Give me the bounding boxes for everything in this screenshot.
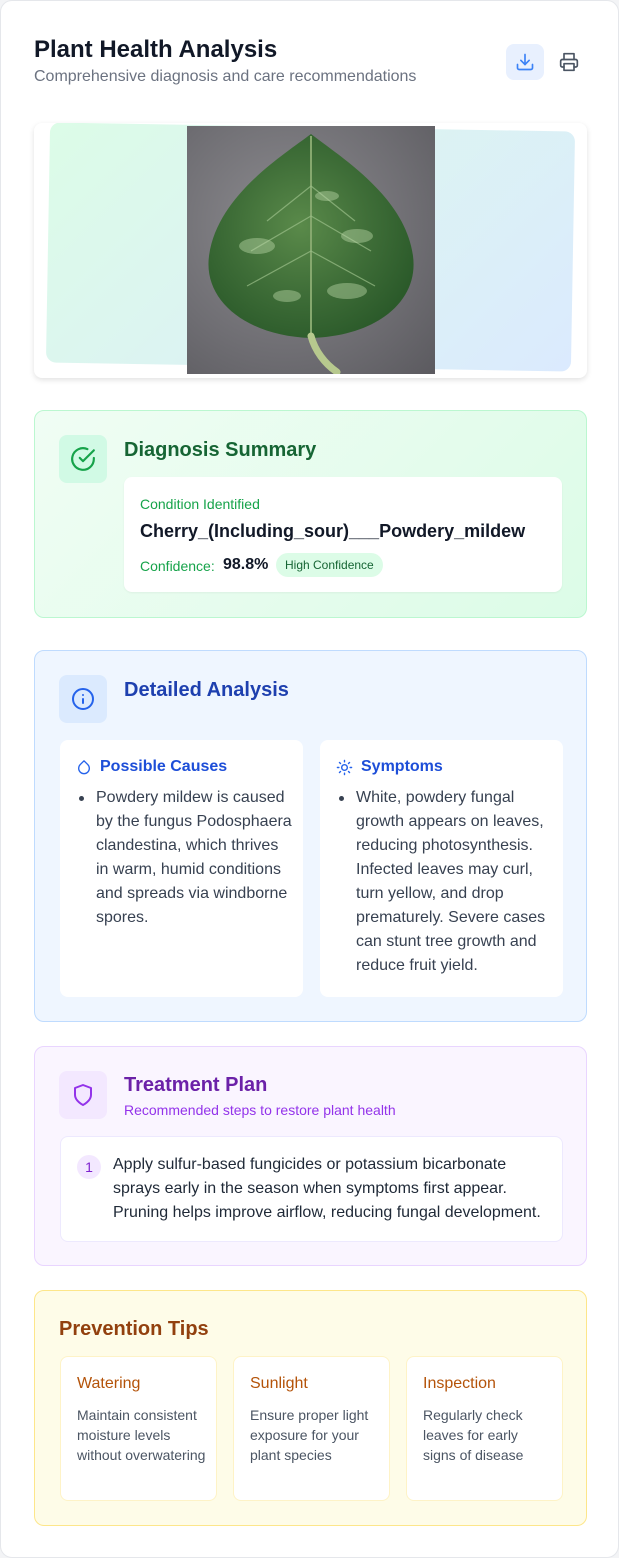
- tip-text: Ensure proper light exposure for your pl…: [250, 1407, 369, 1463]
- analysis-card: Plant Health Analysis Comprehensive diag…: [0, 0, 619, 1558]
- leaf-photo: [187, 126, 435, 376]
- tip-text: Regularly check leaves for early signs o…: [423, 1407, 524, 1463]
- symptoms-card: Symptoms White, powdery fungal growth ap…: [320, 740, 563, 997]
- tip-inspection: Inspection Regularly check leaves for ea…: [406, 1356, 563, 1501]
- tip-title: Inspection: [423, 1375, 496, 1392]
- plant-image-frame: [34, 123, 587, 378]
- prevention-tips-card: Prevention Tips Watering Maintain consis…: [34, 1290, 587, 1526]
- treatment-plan-card: Treatment Plan Recommended steps to rest…: [34, 1046, 587, 1266]
- tip-title: Watering: [77, 1375, 141, 1392]
- tip-watering: Watering Maintain consistent moisture le…: [60, 1356, 217, 1501]
- confidence-value: 98.8%: [223, 556, 269, 573]
- check-circle-icon: [71, 447, 95, 471]
- analysis-icon-tile: [59, 675, 107, 723]
- condition-label: Condition Identified: [140, 496, 260, 512]
- confidence-label: Confidence:: [140, 558, 215, 574]
- shield-icon: [74, 1084, 92, 1106]
- tip-text: Maintain consistent moisture levels with…: [77, 1407, 206, 1463]
- leaf-image: [208, 134, 414, 376]
- symptoms-title: Symptoms: [361, 758, 443, 775]
- page-subtitle: Comprehensive diagnosis and care recomme…: [34, 68, 417, 85]
- confidence-badge: High Confidence: [276, 553, 383, 577]
- step-text: Apply sulfur-based fungicides or potassi…: [113, 1156, 541, 1221]
- info-icon: [72, 688, 94, 710]
- condition-name: Cherry_(Including_sour)___Powdery_mildew: [140, 521, 526, 541]
- possible-causes-header: Possible Causes: [76, 758, 227, 776]
- treatment-step: 1 Apply sulfur-based fungicides or potas…: [60, 1136, 563, 1242]
- print-button[interactable]: [550, 44, 588, 80]
- download-button[interactable]: [506, 44, 544, 80]
- treatment-title: Treatment Plan: [124, 1074, 268, 1096]
- page-title: Plant Health Analysis: [34, 36, 278, 63]
- tip-title: Sunlight: [250, 1375, 308, 1392]
- step-number: 1: [77, 1155, 101, 1179]
- download-icon: [516, 53, 534, 71]
- diagnosis-icon-tile: [59, 435, 107, 483]
- diagnosis-summary-card: Diagnosis Summary Condition Identified C…: [34, 410, 587, 618]
- treatment-subtitle: Recommended steps to restore plant healt…: [124, 1102, 396, 1118]
- possible-causes-title: Possible Causes: [100, 758, 228, 775]
- possible-causes-card: Possible Causes Powdery mildew is caused…: [60, 740, 303, 997]
- prevention-title: Prevention Tips: [59, 1318, 209, 1340]
- sun-icon: [336, 759, 353, 775]
- treatment-icon-tile: [59, 1071, 107, 1119]
- printer-icon: [559, 52, 579, 72]
- droplet-icon: [78, 760, 90, 775]
- possible-causes-text: Powdery mildew is caused by the fungus P…: [79, 786, 292, 930]
- analysis-title: Detailed Analysis: [124, 679, 289, 701]
- symptoms-text: White, powdery fungal growth appears on …: [339, 786, 552, 978]
- detailed-analysis-card: Detailed Analysis Possible Causes Powder…: [34, 650, 587, 1022]
- diagnosis-title: Diagnosis Summary: [124, 439, 317, 461]
- symptoms-header: Symptoms: [336, 758, 443, 776]
- tip-sunlight: Sunlight Ensure proper light exposure fo…: [233, 1356, 390, 1501]
- condition-box: Condition Identified Cherry_(Including_s…: [124, 477, 562, 592]
